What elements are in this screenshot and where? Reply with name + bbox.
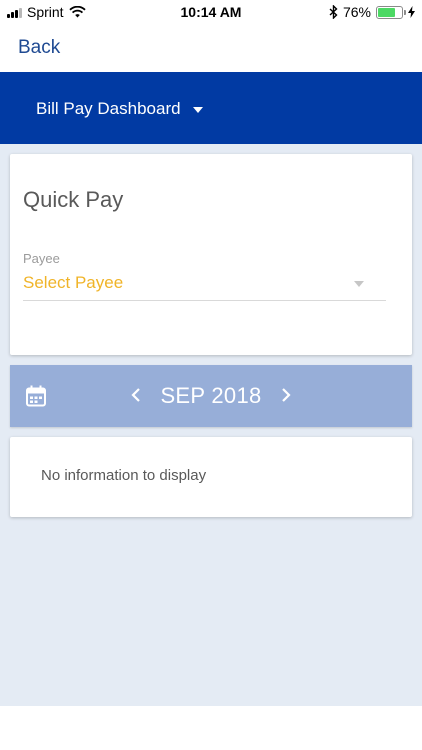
battery-level-fill <box>378 7 396 17</box>
quick-pay-title: Quick Pay <box>23 187 124 212</box>
caret-down-icon <box>192 106 203 113</box>
payee-label: Payee <box>23 251 60 266</box>
main-content: Quick Pay Payee Select Payee SEP 2018 No… <box>0 144 422 706</box>
dashboard-selector[interactable]: Bill Pay Dashboard <box>36 99 203 119</box>
status-bar: Sprint 10:14 AM 76% <box>0 0 422 24</box>
header-title: Bill Pay Dashboard <box>36 99 181 118</box>
chevron-right-icon[interactable] <box>281 387 291 403</box>
caret-down-icon <box>354 281 364 287</box>
battery-percent: 76% <box>342 4 371 20</box>
month-label: SEP 2018 <box>160 383 262 408</box>
app-header: Bill Pay Dashboard <box>0 72 422 144</box>
navigation-bar: Back <box>0 24 422 72</box>
battery-cap <box>404 9 406 15</box>
empty-state-card: No information to display <box>10 437 412 517</box>
payee-select-value: Select Payee <box>23 273 124 292</box>
payee-select[interactable]: Select Payee <box>23 271 386 301</box>
quick-pay-card: Quick Pay Payee Select Payee <box>10 154 412 355</box>
battery-icon <box>376 5 406 19</box>
back-button[interactable]: Back <box>18 37 60 59</box>
status-right: 76% <box>329 4 415 20</box>
bottom-safe-area <box>0 706 422 750</box>
empty-state-text: No information to display <box>41 467 207 484</box>
bluetooth-icon <box>329 5 338 19</box>
charging-bolt-icon <box>408 6 415 18</box>
month-navigator: SEP 2018 <box>10 365 412 427</box>
